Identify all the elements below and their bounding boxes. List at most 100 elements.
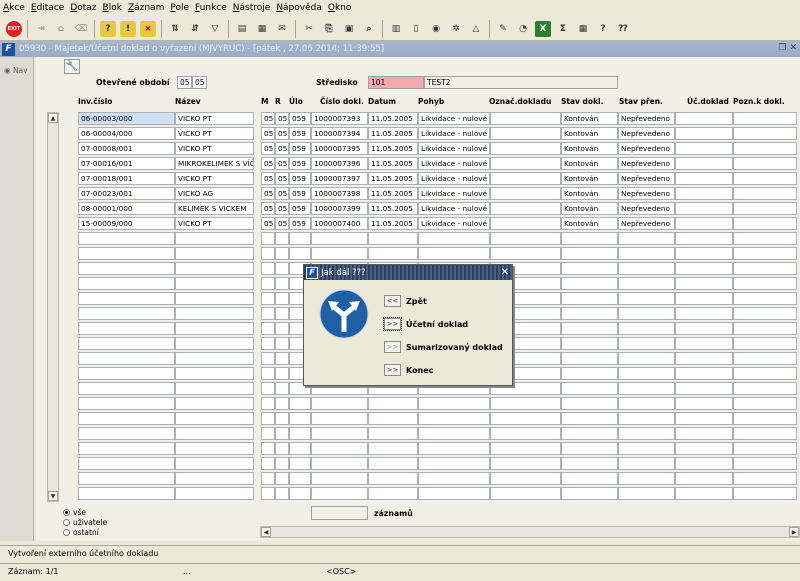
empty-cell[interactable] [733,337,797,350]
empty-cell[interactable] [261,247,275,260]
empty-cell[interactable] [561,262,618,275]
empty-cell[interactable] [289,232,311,245]
menu-item-9[interactable]: Okno [325,0,355,17]
empty-cell[interactable] [275,247,289,260]
center-code-field[interactable]: 101 [368,76,424,89]
sort-desc-icon[interactable]: ⇵ [187,21,203,37]
empty-cell[interactable] [561,412,618,425]
empty-cell[interactable] [175,352,254,365]
filter-icon[interactable]: ▽ [207,21,223,37]
table-cell-r[interactable]: 05 [275,217,289,230]
empty-cell[interactable] [78,457,175,470]
table-cell-cislo[interactable]: 1000007396 [311,157,368,170]
empty-cell[interactable] [675,352,733,365]
table-cell-ulo[interactable]: 059 [289,157,311,170]
empty-cell[interactable] [275,277,289,290]
empty-cell[interactable] [733,427,797,440]
empty-cell[interactable] [175,322,254,335]
empty-cell[interactable] [275,442,289,455]
empty-cell[interactable] [618,442,675,455]
empty-cell[interactable] [261,277,275,290]
empty-cell[interactable] [490,442,561,455]
column-header-1[interactable]: Název [175,97,201,106]
table-cell-oznac[interactable] [490,217,561,230]
table-cell-cislo[interactable]: 1000007395 [311,142,368,155]
globe-icon[interactable]: ◉ [428,21,444,37]
table-cell-datum[interactable]: 11.05.2005 [368,157,418,170]
table-cell-oznac[interactable] [490,112,561,125]
empty-cell[interactable] [368,247,418,260]
column-header-5[interactable]: Číslo dokl. [320,97,364,106]
dialog-option-button-0[interactable]: << [384,295,401,307]
table-cell-cislo[interactable]: 1000007393 [311,112,368,125]
save-icon[interactable]: ⇥ [33,21,49,37]
empty-cell[interactable] [733,487,797,500]
empty-cell[interactable] [618,397,675,410]
empty-cell[interactable] [368,232,418,245]
table-cell-stav[interactable]: Kontován [561,172,618,185]
empty-cell[interactable] [675,292,733,305]
table-cell-nazev[interactable]: VICKO PT [175,217,254,230]
table-cell-prenos[interactable]: Nepřevedeno [618,127,675,140]
export-icon[interactable]: ▦ [254,21,270,37]
column-header-0[interactable]: Inv.číslo [78,97,112,106]
vertical-scrollbar[interactable]: ▲ ▼ [47,112,59,502]
empty-cell[interactable] [78,352,175,365]
clear-icon[interactable]: ⌫ [73,21,89,37]
table-cell-datum[interactable]: 11.05.2005 [368,172,418,185]
table-cell-cislo[interactable]: 1000007397 [311,172,368,185]
empty-cell[interactable] [675,322,733,335]
table-cell-ulo[interactable]: 059 [289,127,311,140]
column-header-9[interactable]: Stav dokl. [561,97,603,106]
dialog-option-button-3[interactable]: >> [384,364,401,376]
empty-cell[interactable] [733,457,797,470]
empty-cell[interactable] [733,262,797,275]
table-cell-pohyb[interactable]: Likvidace - nulové [418,217,490,230]
empty-cell[interactable] [675,487,733,500]
column-header-6[interactable]: Datum [368,97,396,106]
empty-cell[interactable] [275,262,289,275]
table-cell-datum[interactable]: 11.05.2005 [368,142,418,155]
table-cell-cislo[interactable]: 1000007394 [311,127,368,140]
table-cell-r[interactable]: 05 [275,157,289,170]
empty-cell[interactable] [311,412,368,425]
table-cell-ucdokl[interactable] [675,217,733,230]
table-cell-pozn[interactable] [733,127,797,140]
empty-cell[interactable] [675,307,733,320]
mail-icon[interactable]: ✉ [274,21,290,37]
empty-cell[interactable] [618,412,675,425]
table-cell-prenos[interactable]: Nepřevedeno [618,157,675,170]
empty-cell[interactable] [78,472,175,485]
table-cell-pozn[interactable] [733,142,797,155]
empty-cell[interactable] [175,277,254,290]
empty-cell[interactable] [78,307,175,320]
empty-cell[interactable] [733,442,797,455]
empty-cell[interactable] [78,232,175,245]
chart-icon[interactable]: ◔ [515,21,531,37]
empty-cell[interactable] [618,262,675,275]
menu-item-4[interactable]: Záznam [125,0,167,17]
table-cell-ulo[interactable]: 059 [289,202,311,215]
empty-cell[interactable] [490,412,561,425]
empty-cell[interactable] [275,397,289,410]
empty-cell[interactable] [275,412,289,425]
table-cell-stav[interactable]: Kontován [561,112,618,125]
empty-cell[interactable] [368,472,418,485]
radio-all[interactable]: vše [63,508,86,517]
calculator-icon[interactable]: ▥ [388,21,404,37]
empty-cell[interactable] [561,382,618,395]
empty-cell[interactable] [175,337,254,350]
query-cancel-icon[interactable]: × [140,20,156,37]
empty-cell[interactable] [618,427,675,440]
excel-icon[interactable]: X [535,20,551,37]
empty-cell[interactable] [561,367,618,380]
empty-cell[interactable] [490,457,561,470]
empty-cell[interactable] [675,427,733,440]
table-cell-pohyb[interactable]: Likvidace - nulové [418,112,490,125]
column-header-2[interactable]: M [261,97,268,106]
empty-cell[interactable] [78,487,175,500]
table-cell-pohyb[interactable]: Likvidace - nulové [418,157,490,170]
menu-item-1[interactable]: Editace [28,0,67,17]
empty-cell[interactable] [675,457,733,470]
empty-cell[interactable] [675,382,733,395]
